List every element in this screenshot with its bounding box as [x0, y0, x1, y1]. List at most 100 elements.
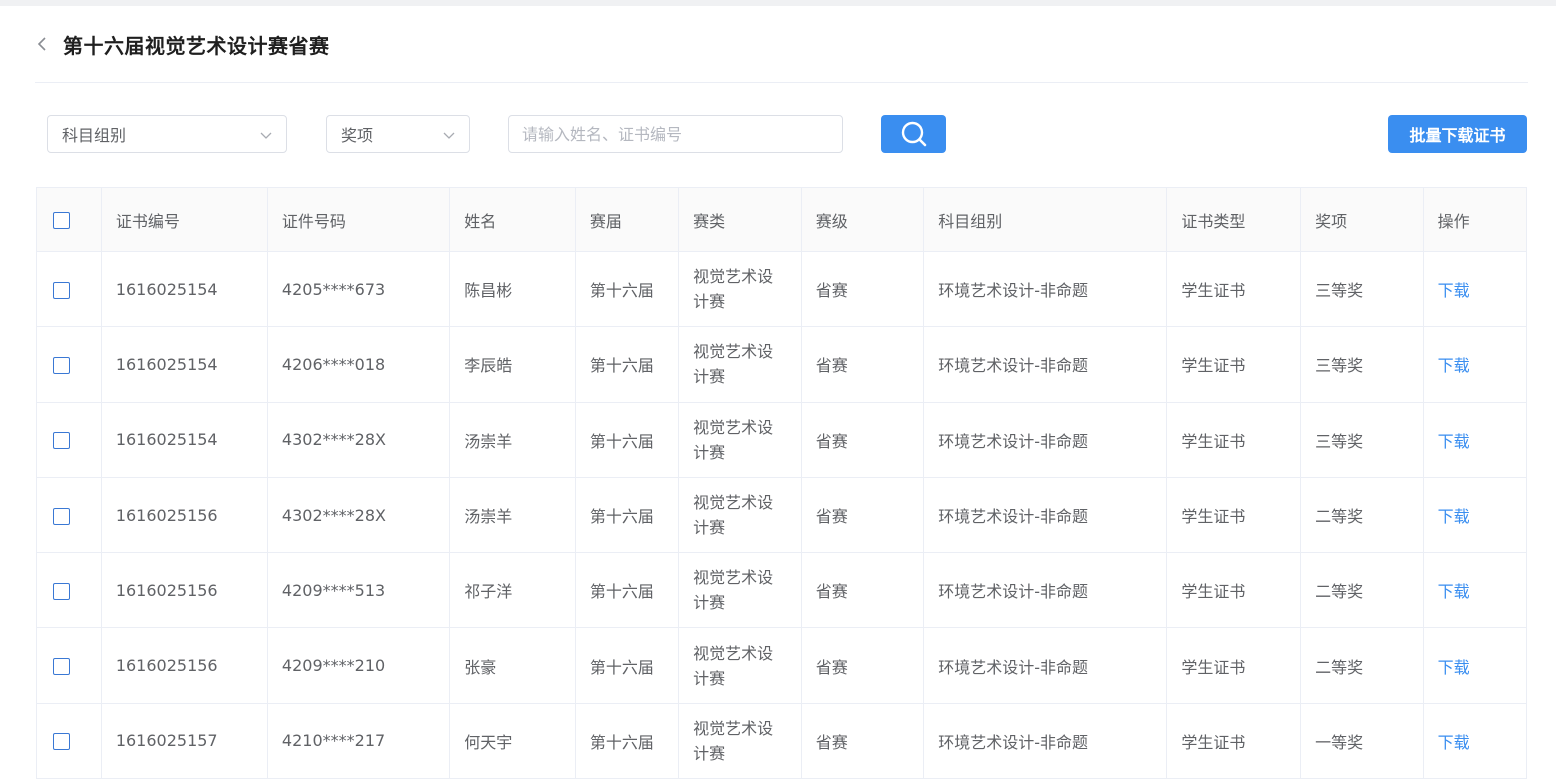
cell-award: 三等奖 [1300, 326, 1424, 403]
row-checkbox[interactable] [53, 281, 70, 299]
cell-subject-group: 环境艺术设计-非命题 [923, 702, 1168, 780]
select-all-cell [36, 187, 102, 252]
cell-certificate-no: 1616025154 [100, 326, 268, 403]
cell-certificate-type: 学生证书 [1166, 476, 1302, 554]
cell-certificate-no: 1616025156 [100, 627, 268, 704]
row-checkbox[interactable] [53, 356, 70, 374]
table-row: 1616025156 4209****210 张豪 第十六届 视觉艺术设计赛 省… [36, 627, 1528, 704]
download-link[interactable]: 下载 [1438, 356, 1470, 375]
cell-certificate-type: 学生证书 [1166, 627, 1302, 704]
row-select-cell [36, 627, 102, 704]
cell-name: 汤崇羊 [449, 476, 576, 554]
row-checkbox[interactable] [53, 658, 70, 676]
cell-subject-group: 环境艺术设计-非命题 [923, 552, 1168, 629]
cell-certificate-type: 学生证书 [1166, 326, 1302, 403]
cell-certificate-no: 1616025154 [100, 401, 268, 478]
subject-group-select-value: 科目组别 [62, 126, 127, 145]
cell-award: 二等奖 [1300, 627, 1424, 704]
chevron-left-icon[interactable] [35, 37, 49, 51]
cell-level: 省赛 [800, 552, 925, 629]
column-header: 证件号码 [266, 187, 451, 252]
cell-certificate-no: 1616025156 [100, 476, 268, 554]
column-header: 赛级 [800, 187, 925, 252]
cell-name: 陈昌彬 [449, 250, 576, 328]
cell-action: 下载 [1422, 476, 1528, 554]
cell-id-number: 4210****217 [266, 702, 451, 780]
cell-category: 视觉艺术设计赛 [678, 401, 802, 478]
column-header: 证书编号 [100, 187, 268, 252]
cell-category: 视觉艺术设计赛 [678, 702, 802, 780]
cell-certificate-type: 学生证书 [1166, 250, 1302, 328]
row-checkbox[interactable] [53, 582, 70, 600]
cell-session: 第十六届 [574, 326, 680, 403]
row-select-cell [36, 702, 102, 780]
column-header: 赛届 [574, 187, 680, 252]
row-select-cell [36, 326, 102, 403]
cell-id-number: 4209****513 [266, 552, 451, 629]
download-link[interactable]: 下载 [1438, 432, 1470, 451]
cell-subject-group: 环境艺术设计-非命题 [923, 627, 1168, 704]
download-link[interactable]: 下载 [1438, 658, 1470, 677]
cell-subject-group: 环境艺术设计-非命题 [923, 326, 1168, 403]
cell-level: 省赛 [800, 401, 925, 478]
cell-name: 汤崇羊 [449, 401, 576, 478]
cell-level: 省赛 [800, 476, 925, 554]
column-header: 操作 [1422, 187, 1528, 252]
cell-category: 视觉艺术设计赛 [678, 250, 802, 328]
select-all-checkbox[interactable] [53, 212, 70, 229]
row-checkbox[interactable] [53, 432, 70, 450]
cell-category: 视觉艺术设计赛 [678, 627, 802, 704]
cell-session: 第十六届 [574, 476, 680, 554]
table-row: 1616025154 4302****28X 汤崇羊 第十六届 视觉艺术设计赛 … [36, 401, 1528, 478]
search-input[interactable] [508, 115, 843, 153]
table-row: 1616025154 4205****673 陈昌彬 第十六届 视觉艺术设计赛 … [36, 250, 1528, 328]
column-header: 姓名 [449, 187, 576, 252]
bulk-download-button[interactable]: 批量下载证书 [1388, 115, 1527, 153]
cell-subject-group: 环境艺术设计-非命题 [923, 476, 1168, 554]
cell-level: 省赛 [800, 250, 925, 328]
cell-category: 视觉艺术设计赛 [678, 326, 802, 403]
download-link[interactable]: 下载 [1438, 281, 1470, 300]
cell-category: 视觉艺术设计赛 [678, 552, 802, 629]
cell-action: 下载 [1422, 250, 1528, 328]
filter-bar: 科目组别 奖项 批量下载证书 [0, 115, 1556, 153]
cell-session: 第十六届 [574, 250, 680, 328]
cell-certificate-type: 学生证书 [1166, 552, 1302, 629]
row-select-cell [36, 250, 102, 328]
column-header: 奖项 [1300, 187, 1424, 252]
cell-action: 下载 [1422, 552, 1528, 629]
cell-award: 二等奖 [1300, 476, 1424, 554]
cell-session: 第十六届 [574, 702, 680, 780]
subject-group-select[interactable]: 科目组别 [47, 115, 287, 153]
row-checkbox[interactable] [53, 733, 70, 751]
cell-name: 张豪 [449, 627, 576, 704]
cell-certificate-no: 1616025156 [100, 552, 268, 629]
download-link[interactable]: 下载 [1438, 733, 1470, 752]
chevron-down-icon [443, 132, 455, 139]
download-link[interactable]: 下载 [1438, 582, 1470, 601]
row-select-cell [36, 552, 102, 629]
cell-action: 下载 [1422, 627, 1528, 704]
chevron-down-icon [260, 132, 272, 139]
cell-name: 何天宇 [449, 702, 576, 780]
cell-category: 视觉艺术设计赛 [678, 476, 802, 554]
award-select[interactable]: 奖项 [326, 115, 470, 153]
cell-award: 三等奖 [1300, 401, 1424, 478]
download-link[interactable]: 下载 [1438, 507, 1470, 526]
cell-certificate-no: 1616025154 [100, 250, 268, 328]
cell-award: 三等奖 [1300, 250, 1424, 328]
row-checkbox[interactable] [53, 507, 70, 525]
award-select-value: 奖项 [341, 126, 374, 145]
column-header: 证书类型 [1166, 187, 1302, 252]
cell-id-number: 4206****018 [266, 326, 451, 403]
cell-subject-group: 环境艺术设计-非命题 [923, 401, 1168, 478]
table-row: 1616025157 4210****217 何天宇 第十六届 视觉艺术设计赛 … [36, 702, 1528, 780]
cell-id-number: 4205****673 [266, 250, 451, 328]
table-row: 1616025154 4206****018 李辰皓 第十六届 视觉艺术设计赛 … [36, 326, 1528, 403]
cell-id-number: 4302****28X [266, 401, 451, 478]
table-row: 1616025156 4209****513 祁子洋 第十六届 视觉艺术设计赛 … [36, 552, 1528, 629]
cell-action: 下载 [1422, 702, 1528, 780]
cell-id-number: 4209****210 [266, 627, 451, 704]
row-select-cell [36, 476, 102, 554]
search-button[interactable] [881, 115, 946, 153]
